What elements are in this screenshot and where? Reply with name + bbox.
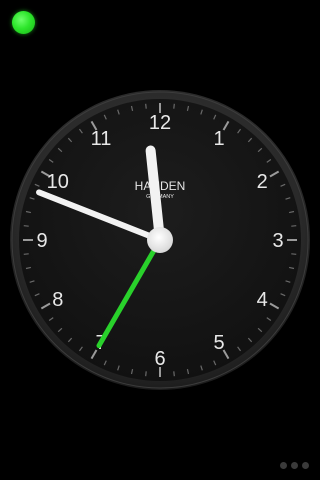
clock-numeral: 1 <box>213 128 224 150</box>
clock-numeral: 8 <box>52 289 63 311</box>
page-dot[interactable] <box>280 462 287 469</box>
clock-numeral: 5 <box>213 332 224 354</box>
clock-numeral: 11 <box>91 128 112 150</box>
minute-tick <box>23 253 29 255</box>
clock-numeral: 10 <box>47 171 69 193</box>
page-dot[interactable] <box>302 462 309 469</box>
clock-numeral: 2 <box>257 171 268 193</box>
brand-name: HANDEN <box>135 179 186 193</box>
analog-clock: 121234567891011 HANDEN GERMANY <box>10 90 310 390</box>
minute-tick <box>23 225 29 227</box>
minute-tick <box>173 371 175 377</box>
minute-tick <box>145 103 147 109</box>
clock-numeral: 6 <box>154 348 165 370</box>
clock-screen: 121234567891011 HANDEN GERMANY <box>0 0 320 480</box>
minute-tick <box>291 253 297 255</box>
clock-numeral: 9 <box>36 230 47 252</box>
page-indicator[interactable] <box>280 462 309 469</box>
minute-tick <box>291 225 297 227</box>
clock-numeral: 4 <box>257 289 268 311</box>
green-status-light-icon[interactable] <box>12 11 35 34</box>
clock-numeral: 12 <box>149 112 171 134</box>
page-dot[interactable] <box>291 462 298 469</box>
center-hub <box>147 227 173 253</box>
minute-tick <box>145 371 147 377</box>
minute-tick <box>173 103 175 109</box>
clock-numeral: 3 <box>272 230 283 252</box>
